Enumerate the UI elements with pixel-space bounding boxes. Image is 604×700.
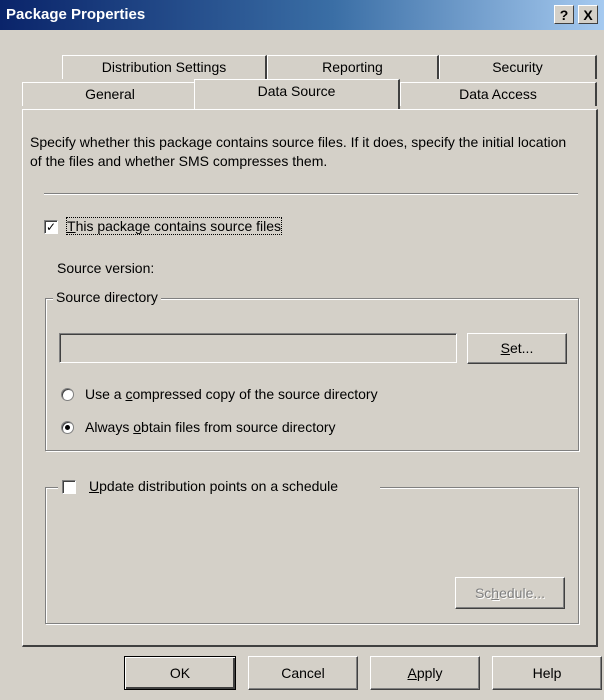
- contains-source-check-box[interactable]: ✓: [44, 220, 58, 234]
- source-directory-legend: Source directory: [53, 289, 161, 305]
- tab-reporting[interactable]: Reporting: [267, 55, 439, 79]
- radio-compressed-indicator[interactable]: [61, 388, 74, 401]
- tab-security[interactable]: Security: [439, 55, 597, 79]
- source-version-label: Source version:: [57, 260, 155, 276]
- tab-general[interactable]: General: [22, 82, 199, 106]
- contains-source-label: This package contains source files: [65, 217, 283, 235]
- help-button[interactable]: ?: [554, 5, 574, 24]
- tab-data-source[interactable]: Data Source: [194, 79, 400, 109]
- update-schedule-label: Update distribution points on a schedule: [89, 478, 339, 494]
- title-bar: Package Properties ? X: [0, 0, 604, 30]
- radio-obtain-label: Always obtain files from source director…: [85, 419, 336, 435]
- description-text: Specify whether this package contains so…: [30, 134, 567, 169]
- update-schedule-checkbox[interactable]: Update distribution points on a schedule: [58, 478, 380, 497]
- radio-selected-dot: [65, 425, 70, 430]
- cancel-button[interactable]: Cancel: [248, 656, 358, 690]
- tab-data-access[interactable]: Data Access: [400, 82, 597, 106]
- separator: [44, 193, 578, 195]
- update-schedule-check-box[interactable]: [62, 480, 76, 494]
- help-footer-button[interactable]: Help: [492, 656, 602, 690]
- radio-obtain-indicator[interactable]: [61, 421, 74, 434]
- schedule-button[interactable]: Schedule...: [455, 577, 565, 609]
- radio-compressed-label: Use a compressed copy of the source dire…: [85, 386, 378, 402]
- apply-button[interactable]: Apply: [370, 656, 480, 690]
- ok-button[interactable]: OK: [124, 656, 236, 690]
- tab-distribution-settings[interactable]: Distribution Settings: [62, 55, 267, 79]
- close-button[interactable]: X: [578, 5, 598, 24]
- set-button[interactable]: Set...: [467, 333, 567, 364]
- window-title: Package Properties: [6, 6, 146, 23]
- source-directory-input[interactable]: [59, 333, 457, 363]
- check-mark-icon: ✓: [45, 220, 57, 234]
